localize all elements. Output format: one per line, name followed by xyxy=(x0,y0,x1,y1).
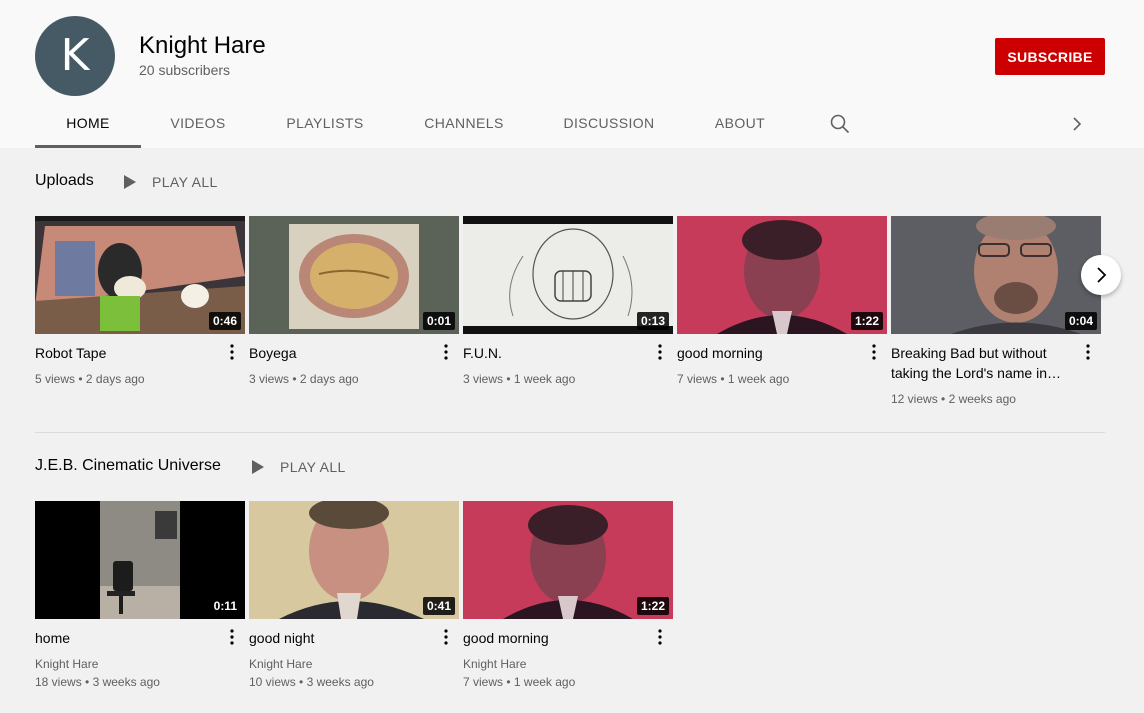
upload-age: 2 weeks ago xyxy=(948,392,1016,406)
more-vert-icon[interactable] xyxy=(439,342,453,362)
more-vert-icon[interactable] xyxy=(225,342,239,362)
video-thumbnail[interactable]: 0:41 xyxy=(249,501,459,619)
tab-discussion[interactable]: DISCUSSION xyxy=(552,100,666,148)
video-title[interactable]: Boyega xyxy=(249,343,429,363)
video-card[interactable]: 0:04 Breaking Bad but without taking the… xyxy=(891,216,1101,406)
more-vert-icon[interactable] xyxy=(1081,342,1095,362)
play-all-label: PLAY ALL xyxy=(152,174,218,190)
tab-home[interactable]: HOME xyxy=(35,100,141,148)
video-channel-name[interactable]: Knight Hare xyxy=(35,657,98,671)
video-meta: 3 views • 1 week ago xyxy=(463,372,576,386)
play-icon xyxy=(124,175,136,189)
video-card[interactable]: 0:46 Robot Tape 5 views • 2 days ago xyxy=(35,216,245,386)
video-card[interactable]: 1:22 good morning Knight Hare 7 views • … xyxy=(463,501,673,689)
upload-age: 3 weeks ago xyxy=(92,675,160,689)
tabs-chevron-right-icon[interactable] xyxy=(1066,112,1090,136)
tab-about[interactable]: ABOUT xyxy=(698,100,782,148)
video-card[interactable]: 0:13 F.U.N. 3 views • 1 week ago xyxy=(463,216,673,386)
more-vert-icon[interactable] xyxy=(653,627,667,647)
video-card[interactable]: 0:11 home Knight Hare 18 views • 3 weeks… xyxy=(35,501,245,689)
video-meta: 7 views • 1 week ago xyxy=(677,372,790,386)
video-title[interactable]: good night xyxy=(249,628,429,648)
video-title[interactable]: Breaking Bad but without taking the Lord… xyxy=(891,343,1071,383)
video-meta: 5 views • 2 days ago xyxy=(35,372,145,386)
more-vert-icon[interactable] xyxy=(439,627,453,647)
video-meta: 10 views • 3 weeks ago xyxy=(249,675,374,689)
video-meta: 7 views • 1 week ago xyxy=(463,675,576,689)
video-thumbnail[interactable]: 0:01 xyxy=(249,216,459,334)
channel-header: K Knight Hare 20 subscribers SUBSCRIBE H… xyxy=(0,0,1144,148)
view-count: 18 views xyxy=(35,675,82,689)
video-card[interactable]: 0:41 good night Knight Hare 10 views • 3… xyxy=(249,501,459,689)
video-card[interactable]: 1:22 good morning 7 views • 1 week ago xyxy=(677,216,887,386)
video-thumbnail[interactable]: 1:22 xyxy=(677,216,887,334)
tab-channels[interactable]: CHANNELS xyxy=(411,100,517,148)
video-channel-name[interactable]: Knight Hare xyxy=(249,657,312,671)
play-icon xyxy=(252,460,264,474)
video-duration: 1:22 xyxy=(636,597,669,615)
video-title[interactable]: home xyxy=(35,628,215,648)
shelf-next-chevron-right-icon[interactable] xyxy=(1081,255,1121,295)
upload-age: 1 week ago xyxy=(513,372,576,386)
shelf-title-uploads[interactable]: Uploads xyxy=(35,172,94,190)
tab-playlists[interactable]: PLAYLISTS xyxy=(272,100,378,148)
shelf-title-jeb[interactable]: J.E.B. Cinematic Universe xyxy=(35,457,221,475)
video-title[interactable]: F.U.N. xyxy=(463,343,643,363)
search-icon[interactable] xyxy=(828,112,852,136)
video-channel-name[interactable]: Knight Hare xyxy=(463,657,526,671)
upload-age: 1 week ago xyxy=(727,372,790,386)
view-count: 7 views xyxy=(463,675,504,689)
view-count: 5 views xyxy=(35,372,76,386)
subscribe-button[interactable]: SUBSCRIBE xyxy=(995,38,1105,75)
video-meta: 18 views • 3 weeks ago xyxy=(35,675,160,689)
view-count: 7 views xyxy=(677,372,718,386)
video-title[interactable]: Robot Tape xyxy=(35,343,215,363)
video-duration: 0:11 xyxy=(209,597,241,615)
more-vert-icon[interactable] xyxy=(867,342,881,362)
video-thumbnail[interactable]: 0:13 xyxy=(463,216,673,334)
video-duration: 1:22 xyxy=(850,312,883,330)
video-meta: 12 views • 2 weeks ago xyxy=(891,392,1016,406)
play-all-uploads-button[interactable]: PLAY ALL xyxy=(124,174,218,190)
channel-avatar[interactable]: K xyxy=(35,16,115,96)
subscriber-count: 20 subscribers xyxy=(139,62,231,78)
shelf-divider xyxy=(35,432,1105,433)
view-count: 3 views xyxy=(249,372,290,386)
view-count: 10 views xyxy=(249,675,296,689)
tab-videos[interactable]: VIDEOS xyxy=(150,100,246,148)
video-duration: 0:41 xyxy=(422,597,455,615)
video-duration: 0:01 xyxy=(422,312,455,330)
video-meta: 3 views • 2 days ago xyxy=(249,372,359,386)
video-thumbnail[interactable]: 0:46 xyxy=(35,216,245,334)
play-all-label: PLAY ALL xyxy=(280,459,346,475)
more-vert-icon[interactable] xyxy=(225,627,239,647)
video-card[interactable]: 0:01 Boyega 3 views • 2 days ago xyxy=(249,216,459,386)
video-thumbnail[interactable]: 1:22 xyxy=(463,501,673,619)
video-duration: 0:46 xyxy=(208,312,241,330)
play-all-jeb-button[interactable]: PLAY ALL xyxy=(252,459,346,475)
more-vert-icon[interactable] xyxy=(653,342,667,362)
video-duration: 0:04 xyxy=(1064,312,1097,330)
channel-name: Knight Hare xyxy=(139,32,266,59)
video-title[interactable]: good morning xyxy=(677,343,857,363)
video-title[interactable]: good morning xyxy=(463,628,643,648)
video-thumbnail[interactable]: 0:04 xyxy=(891,216,1101,334)
upload-age: 2 days ago xyxy=(299,372,359,386)
upload-age: 3 weeks ago xyxy=(306,675,374,689)
video-duration: 0:13 xyxy=(636,312,669,330)
upload-age: 1 week ago xyxy=(513,675,576,689)
view-count: 12 views xyxy=(891,392,938,406)
video-thumbnail[interactable]: 0:11 xyxy=(35,501,245,619)
upload-age: 2 days ago xyxy=(85,372,145,386)
view-count: 3 views xyxy=(463,372,504,386)
channel-tabs: HOME VIDEOS PLAYLISTS CHANNELS DISCUSSIO… xyxy=(0,100,1144,148)
